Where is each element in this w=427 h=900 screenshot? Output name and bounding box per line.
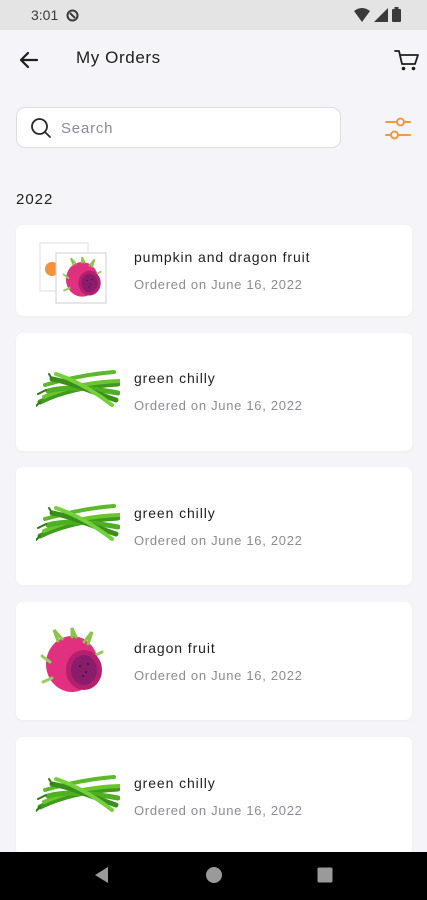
search-icon (31, 118, 51, 138)
search-input[interactable] (59, 108, 333, 149)
status-icons (354, 7, 401, 22)
order-name: pumpkin and dragon fruit (134, 249, 311, 265)
order-card[interactable]: green chilly Ordered on June 16, 2022 (16, 333, 412, 451)
order-date: Ordered on June 16, 2022 (134, 668, 303, 683)
order-name: green chilly (134, 370, 216, 386)
green-chilly-thumb (36, 360, 120, 416)
order-date: Ordered on June 16, 2022 (134, 533, 303, 548)
order-name: green chilly (134, 505, 216, 521)
status-time: 3:01 (31, 7, 59, 23)
wifi-icon (354, 7, 370, 22)
order-date: Ordered on June 16, 2022 (134, 398, 303, 413)
order-card[interactable]: green chilly Ordered on June 16, 2022 (16, 467, 412, 585)
shopping-cart-icon[interactable] (393, 46, 421, 74)
search-box (16, 107, 341, 149)
battery-icon (392, 7, 401, 22)
arrow-left-icon[interactable] (16, 46, 44, 74)
green-chilly-thumb (36, 765, 120, 821)
recents-square-icon[interactable] (316, 866, 334, 884)
home-circle-icon[interactable] (205, 866, 223, 884)
order-date: Ordered on June 16, 2022 (134, 803, 303, 818)
signal-icon (374, 7, 388, 22)
order-name: green chilly (134, 775, 216, 791)
order-date: Ordered on June 16, 2022 (134, 277, 303, 292)
order-card[interactable]: pumpkin and dragon fruit Ordered on June… (16, 225, 412, 316)
order-name: dragon fruit (134, 640, 216, 656)
sliders-icon[interactable] (383, 115, 413, 143)
order-card[interactable]: dragon fruit Ordered on June 16, 2022 (16, 602, 412, 720)
sync-icon (66, 9, 79, 21)
dragon-fruit-thumb (40, 626, 104, 694)
app-bar: My Orders (0, 30, 427, 86)
order-card[interactable]: green chilly Ordered on June 16, 2022 (16, 737, 412, 855)
back-triangle-icon[interactable] (93, 866, 111, 884)
year-group-label: 2022 (16, 191, 54, 208)
status-bar: 3:01 (0, 0, 427, 30)
green-chilly-thumb (36, 494, 120, 550)
system-nav-bar (0, 852, 427, 900)
pumpkin-dragon-fruit-thumb (39, 242, 107, 304)
page-title: My Orders (76, 48, 161, 67)
